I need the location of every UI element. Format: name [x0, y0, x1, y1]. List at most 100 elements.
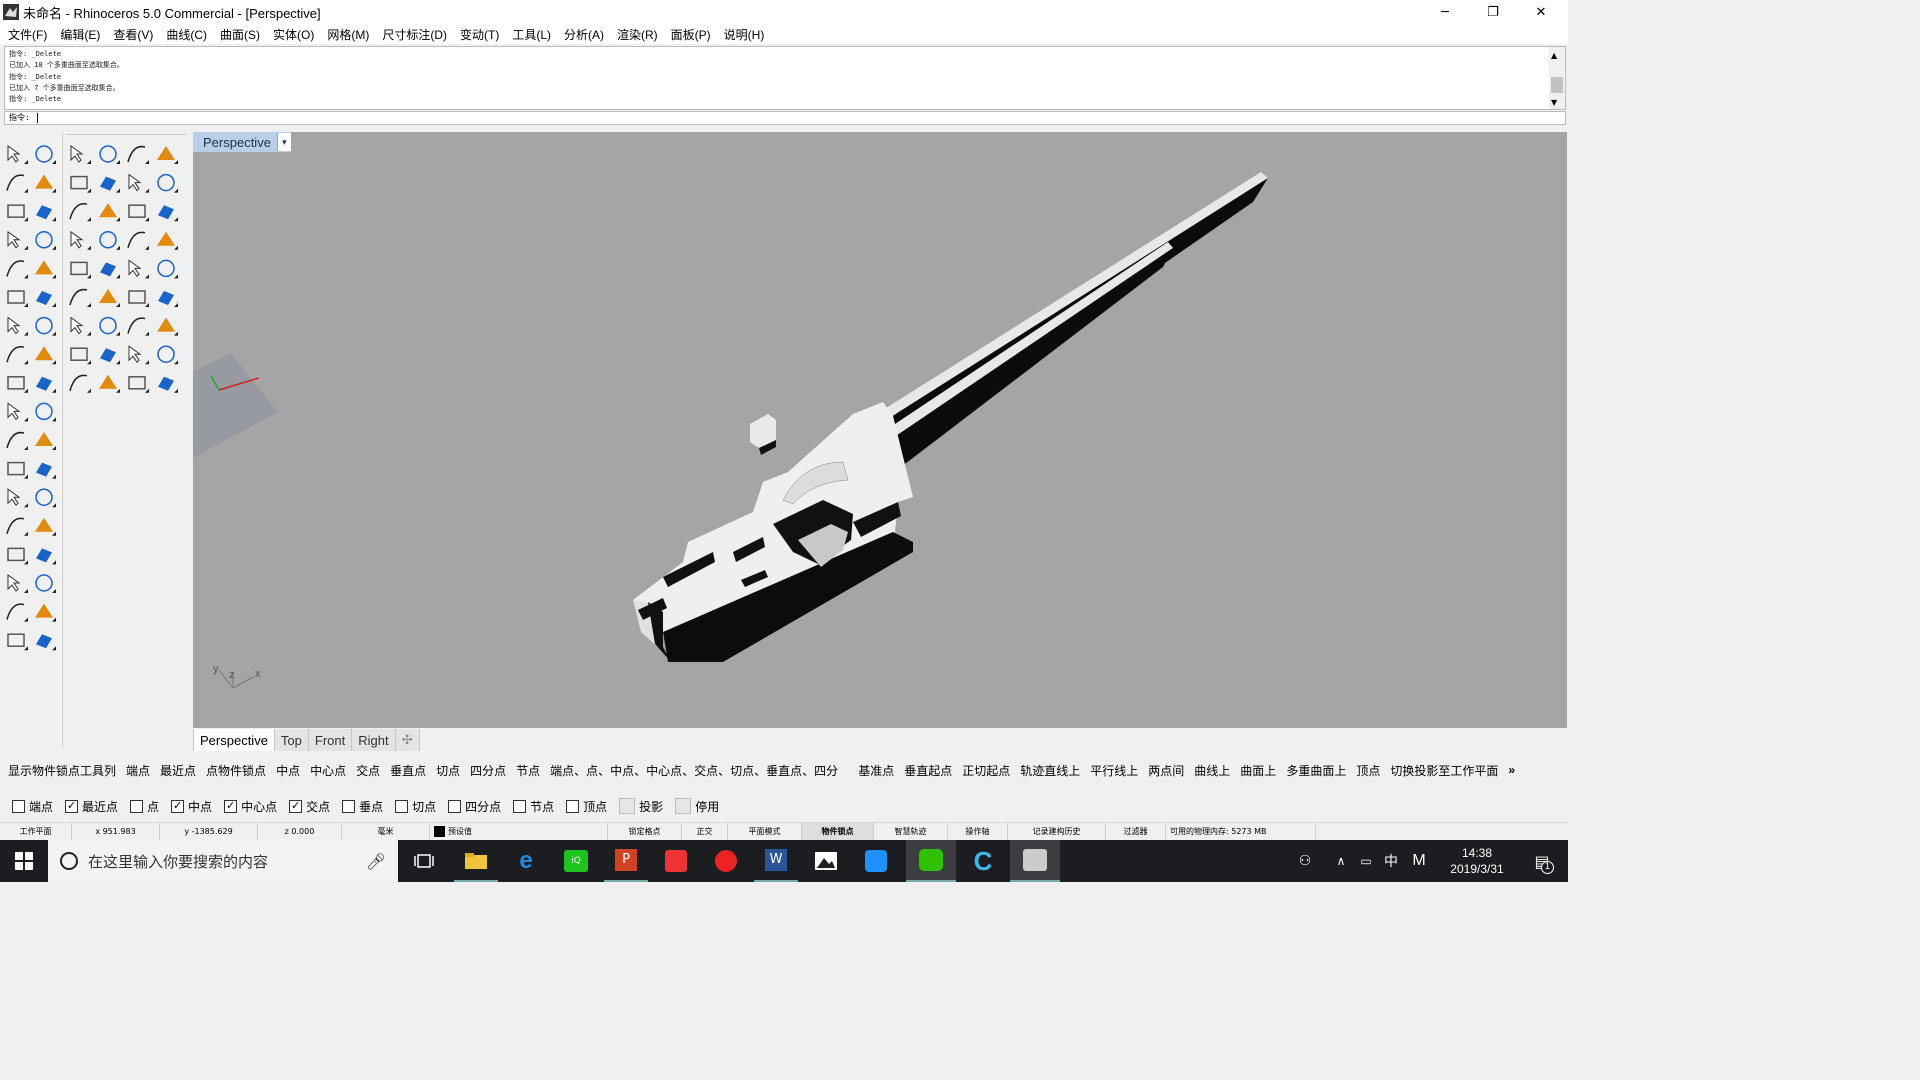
clock[interactable]: 14:38 2019/3/31 — [1438, 840, 1516, 882]
toolbar-group-icon[interactable] — [35, 346, 56, 365]
close-button[interactable]: ✕ — [1518, 0, 1564, 24]
checkbox-unchecked-icon[interactable] — [395, 799, 409, 813]
file-explorer-icon[interactable] — [454, 840, 498, 882]
c-app-icon[interactable]: C — [958, 840, 1008, 882]
toolbar-freeform-icon[interactable] — [35, 231, 56, 250]
scroll-thumb[interactable] — [1551, 77, 1563, 93]
osnap-checkbox[interactable]: 投影 — [619, 798, 663, 815]
osnap-tool[interactable]: 最近点 — [160, 762, 196, 779]
osnap-checkbox[interactable]: 顶点 — [566, 798, 607, 815]
checkbox-unchecked-icon[interactable] — [513, 799, 527, 813]
checkbox-checked-icon[interactable]: ✓ — [289, 799, 303, 813]
toolbar-mesh-icon[interactable] — [100, 262, 120, 279]
osnap-checkbox[interactable]: ✓ 交点 — [289, 798, 330, 815]
viewport-menu-dropdown-icon[interactable]: ▾ — [276, 133, 291, 151]
status-osnap[interactable]: 物件锁点 — [802, 822, 874, 841]
osnap-tool[interactable]: 显示物件锁点工具列 — [8, 762, 116, 779]
menu-curve[interactable]: 曲线(C) — [160, 26, 214, 43]
toolbar-text-icon[interactable] — [157, 259, 178, 279]
menu-dimension[interactable]: 尺寸标注(D) — [376, 26, 454, 43]
toolbar-point-icon[interactable] — [35, 145, 56, 164]
status-layer[interactable]: 预设值 — [430, 822, 608, 841]
osnap-tool[interactable]: 交点 — [356, 762, 380, 779]
toolbar-boolean-icon[interactable] — [70, 261, 91, 279]
toolbar-curve-icon[interactable] — [127, 317, 149, 336]
toolbar-freeform-icon[interactable] — [157, 345, 178, 365]
toolbar-offset-icon[interactable] — [70, 175, 91, 193]
toolbar-rectangle-icon[interactable] — [100, 348, 120, 365]
start-button[interactable] — [0, 840, 48, 882]
menu-panels[interactable]: 面板(P) — [665, 26, 718, 43]
toolbar-render-icon[interactable] — [7, 547, 28, 565]
status-cplane[interactable]: 工作平面 — [0, 822, 72, 841]
toolbar-layer-icon[interactable] — [36, 548, 56, 565]
toolbar-dimension-icon[interactable] — [128, 259, 149, 279]
status-ortho[interactable]: 正交 — [682, 822, 728, 841]
osnap-tool[interactable]: 切换投影至工作平面 — [1390, 762, 1498, 779]
add-viewport-tab-icon[interactable]: ✣ — [395, 729, 420, 751]
osnap-tool[interactable]: 垂直点 — [390, 762, 426, 779]
osnap-tool[interactable]: 垂直起点 — [904, 762, 952, 779]
iqiyi-icon[interactable]: iQ — [554, 840, 598, 882]
toolbar-sweep-icon[interactable] — [127, 231, 149, 250]
toolbar-arc-icon[interactable] — [70, 347, 91, 365]
toolbar-point-icon[interactable] — [99, 316, 120, 336]
ime-mode-indicator[interactable]: M — [1406, 840, 1432, 882]
toolbar-loft-icon[interactable] — [35, 402, 56, 422]
scroll-up-icon[interactable]: ▲ — [1551, 51, 1557, 60]
toolbar-offset-icon[interactable] — [7, 290, 28, 307]
osnap-tool[interactable]: 多重曲面上 — [1286, 762, 1346, 779]
osnap-checkbox[interactable]: 切点 — [395, 798, 436, 815]
edge-browser-icon[interactable]: e — [504, 840, 548, 882]
status-planar[interactable]: 平面模式 — [728, 822, 802, 841]
word-icon[interactable]: W — [754, 840, 798, 882]
toolbar-split-icon[interactable] — [128, 173, 149, 193]
toolbar-fillet-icon[interactable] — [6, 260, 28, 279]
toolbar-text-icon[interactable] — [35, 488, 56, 508]
toolbar-surface-icon[interactable] — [158, 205, 178, 222]
osnap-checkbox[interactable]: ✓ 中心点 — [224, 798, 277, 815]
toolbar-extend-icon[interactable] — [99, 374, 120, 393]
viewport-title-tab[interactable]: Perspective ▾ — [193, 132, 291, 152]
osnap-tool[interactable]: 点物件锁点 — [206, 762, 266, 779]
status-record-history[interactable]: 记录建构历史 — [1008, 822, 1106, 841]
toolbar-select-icon[interactable] — [70, 316, 91, 336]
microphone-icon[interactable]: 🎤︎ — [366, 852, 386, 871]
osnap-checkbox[interactable]: 垂点 — [342, 798, 383, 815]
toolbar-render-icon[interactable] — [128, 290, 149, 307]
show-hidden-icons-chevron-icon[interactable]: ∧ — [1330, 840, 1352, 882]
osnap-tool[interactable]: 基准点 — [858, 762, 894, 779]
battery-icon[interactable]: ▭ — [1354, 840, 1378, 882]
osnap-tool[interactable]: 切点 — [436, 762, 460, 779]
toolbar-loft-icon[interactable] — [99, 231, 120, 250]
tab-top[interactable]: Top — [274, 729, 309, 751]
osnap-checkbox[interactable]: ✓ 最近点 — [65, 798, 118, 815]
scroll-down-icon[interactable]: ▼ — [1551, 98, 1557, 107]
osnap-tool[interactable]: 端点、点、中点、中心点、交点、切点、垂直点、四分 — [550, 762, 838, 779]
osnap-tool[interactable]: 平行线上 — [1090, 762, 1138, 779]
toolbar-join-icon[interactable] — [35, 316, 56, 336]
status-filter[interactable]: 过滤器 — [1106, 822, 1166, 841]
toolbar-layer-icon[interactable] — [158, 291, 178, 307]
toolbar-mesh-icon[interactable] — [36, 462, 56, 479]
toolbar-extrude-icon[interactable] — [70, 230, 91, 250]
menu-edit[interactable]: 编辑(E) — [54, 26, 107, 43]
toolbar-join-icon[interactable] — [157, 173, 178, 193]
toolbar-select-icon[interactable] — [7, 145, 28, 164]
toolbar-extend-icon[interactable] — [157, 146, 178, 164]
menu-surface[interactable]: 曲面(S) — [214, 26, 267, 43]
command-history[interactable]: 指令: _Delete 已加入 10 个多重曲面至选取集合。 指令: _Dele… — [4, 46, 1566, 110]
toolbar-fillet-icon[interactable] — [69, 374, 91, 393]
photos-icon[interactable] — [804, 840, 848, 882]
toolbar-array-icon[interactable] — [128, 204, 149, 222]
toolbar-extend-icon[interactable] — [35, 260, 56, 279]
command-line[interactable]: 指令: — [4, 111, 1566, 125]
netease-music-icon[interactable] — [704, 840, 748, 882]
menu-render[interactable]: 渲染(R) — [611, 26, 665, 43]
toolbar-freeform-icon[interactable] — [99, 145, 120, 164]
osnap-tool[interactable]: 轨迹直线上 — [1020, 762, 1080, 779]
toolbar-circle-icon[interactable] — [157, 317, 178, 336]
task-view-icon[interactable] — [404, 840, 444, 882]
osnap-tool[interactable]: 曲线上 — [1194, 762, 1230, 779]
toolbar-trim-icon[interactable] — [36, 291, 56, 307]
